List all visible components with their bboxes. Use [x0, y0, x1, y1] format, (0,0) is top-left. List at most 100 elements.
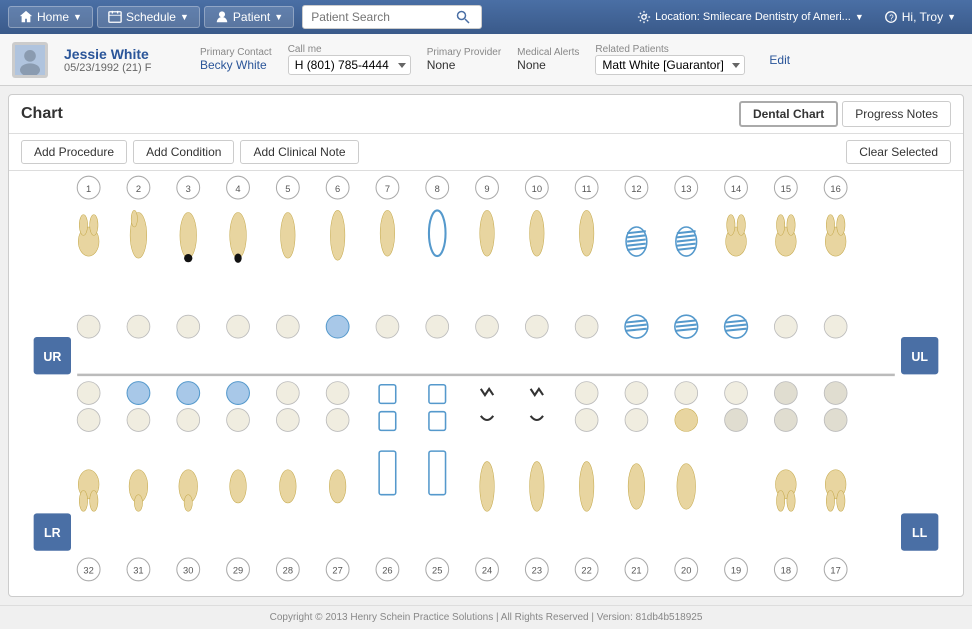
tab-dental-chart[interactable]: Dental Chart [739, 101, 838, 127]
footer-text: Copyright © 2013 Henry Schein Practice S… [270, 612, 703, 623]
add-condition-button[interactable]: Add Condition [133, 140, 234, 164]
medical-alerts-field: Medical Alerts None [517, 47, 579, 72]
svg-text:14: 14 [731, 184, 741, 194]
user-label: Hi, Troy [902, 10, 943, 24]
svg-text:12: 12 [631, 184, 641, 194]
avatar-image [15, 45, 45, 75]
medical-alerts-label: Medical Alerts [517, 47, 579, 58]
patient-avatar [12, 42, 48, 78]
patient-search-box[interactable] [302, 5, 482, 29]
settings-icon [637, 10, 651, 24]
footer: Copyright © 2013 Henry Schein Practice S… [0, 605, 972, 629]
related-patients-select[interactable]: Matt White [Guarantor] [595, 55, 745, 75]
primary-contact-field: Primary Contact Becky White [200, 47, 272, 72]
svg-text:2: 2 [136, 184, 141, 194]
chart-title: Chart [21, 105, 63, 123]
patient-chevron: ▼ [274, 12, 283, 22]
home-label: Home [37, 10, 69, 24]
chart-toolbar: Add Procedure Add Condition Add Clinical… [9, 134, 963, 171]
svg-text:13: 13 [681, 184, 691, 194]
lower-tooth-numbers[interactable]: 32 31 30 29 28 27 26 25 24 23 22 21 20 1… [77, 558, 847, 581]
tab-progress-notes[interactable]: Progress Notes [842, 101, 951, 127]
patient-name: Jessie White [64, 46, 184, 62]
medical-alerts-value: None [517, 58, 579, 72]
svg-text:5: 5 [285, 184, 290, 194]
ur-label: UR [43, 350, 61, 364]
user-chevron: ▼ [947, 12, 956, 22]
schedule-chevron: ▼ [180, 12, 189, 22]
patient-info-bar: Jessie White 05/23/1992 (21) F Primary C… [0, 34, 972, 86]
svg-text:23: 23 [532, 566, 542, 576]
svg-text:4: 4 [235, 184, 240, 194]
patient-label: Patient [233, 10, 270, 24]
svg-text:3: 3 [186, 184, 191, 194]
location-chevron: ▼ [855, 12, 864, 22]
schedule-icon [108, 10, 122, 24]
svg-text:11: 11 [582, 184, 592, 194]
chart-container: Chart Dental Chart Progress Notes Add Pr… [8, 94, 964, 597]
patient-dob: 05/23/1992 (21) F [64, 62, 184, 74]
svg-text:17: 17 [830, 566, 840, 576]
patient-button[interactable]: Patient ▼ [204, 6, 294, 28]
lower-teeth-roots[interactable] [78, 451, 846, 511]
add-procedure-button[interactable]: Add Procedure [21, 140, 127, 164]
search-input[interactable] [311, 10, 451, 24]
chart-header: Chart Dental Chart Progress Notes [9, 95, 963, 134]
lower-teeth-middle[interactable] [77, 409, 847, 432]
top-navigation: Home ▼ Schedule ▼ Patient ▼ Location: Sm… [0, 0, 972, 34]
svg-text:32: 32 [83, 566, 93, 576]
upper-tooth-numbers[interactable]: 1 2 3 4 5 6 7 8 9 10 11 12 13 14 15 16 [77, 176, 847, 199]
help-icon: ? [884, 10, 898, 24]
schedule-label: Schedule [126, 10, 176, 24]
call-me-select[interactable]: H (801) 785-4444 [288, 55, 411, 75]
dental-chart-area: UR UL LR LL 1 2 3 4 5 6 7 8 9 10 11 12 1… [9, 171, 963, 586]
primary-provider-value: None [427, 58, 501, 72]
svg-text:28: 28 [283, 566, 293, 576]
schedule-button[interactable]: Schedule ▼ [97, 6, 200, 28]
add-clinical-note-button[interactable]: Add Clinical Note [240, 140, 358, 164]
svg-text:31: 31 [133, 566, 143, 576]
svg-text:22: 22 [581, 566, 591, 576]
svg-text:20: 20 [681, 566, 691, 576]
primary-contact-label: Primary Contact [200, 47, 272, 58]
svg-text:8: 8 [435, 184, 440, 194]
search-icon [455, 9, 471, 25]
primary-provider-label: Primary Provider [427, 47, 501, 58]
call-me-label: Call me [288, 44, 411, 55]
svg-text:9: 9 [484, 184, 489, 194]
svg-text:6: 6 [335, 184, 340, 194]
lower-teeth-crowns[interactable] [77, 382, 847, 405]
ll-label: LL [912, 526, 928, 540]
dental-chart-svg: UR UL LR LL 1 2 3 4 5 6 7 8 9 10 11 12 1… [9, 171, 963, 586]
svg-text:7: 7 [385, 184, 390, 194]
upper-teeth-roots[interactable] [78, 210, 846, 262]
svg-text:26: 26 [382, 566, 392, 576]
chart-tabs: Dental Chart Progress Notes [739, 101, 951, 127]
svg-text:30: 30 [183, 566, 193, 576]
svg-text:25: 25 [432, 566, 442, 576]
home-chevron: ▼ [73, 12, 82, 22]
related-patients-field: Related Patients Matt White [Guarantor] [595, 44, 745, 75]
clear-selected-button[interactable]: Clear Selected [846, 140, 951, 164]
related-patients-label: Related Patients [595, 44, 745, 55]
upper-teeth-crowns[interactable] [77, 315, 847, 338]
primary-provider-field: Primary Provider None [427, 47, 501, 72]
svg-text:1: 1 [86, 184, 91, 194]
user-menu[interactable]: ? Hi, Troy ▼ [876, 7, 964, 27]
primary-contact-value: Becky White [200, 58, 272, 72]
ul-label: UL [911, 350, 928, 364]
edit-link[interactable]: Edit [769, 53, 790, 67]
svg-text:19: 19 [731, 566, 741, 576]
svg-text:27: 27 [332, 566, 342, 576]
patient-name-block: Jessie White 05/23/1992 (21) F [64, 46, 184, 74]
svg-text:21: 21 [631, 566, 641, 576]
lr-label: LR [44, 526, 61, 540]
svg-text:15: 15 [781, 184, 791, 194]
svg-text:16: 16 [830, 184, 840, 194]
home-button[interactable]: Home ▼ [8, 6, 93, 28]
svg-text:24: 24 [482, 566, 492, 576]
location-text: Location: Smilecare Dentistry of Ameri..… [655, 11, 851, 23]
svg-text:10: 10 [532, 184, 542, 194]
call-me-field: Call me H (801) 785-4444 [288, 44, 411, 75]
svg-text:18: 18 [781, 566, 791, 576]
